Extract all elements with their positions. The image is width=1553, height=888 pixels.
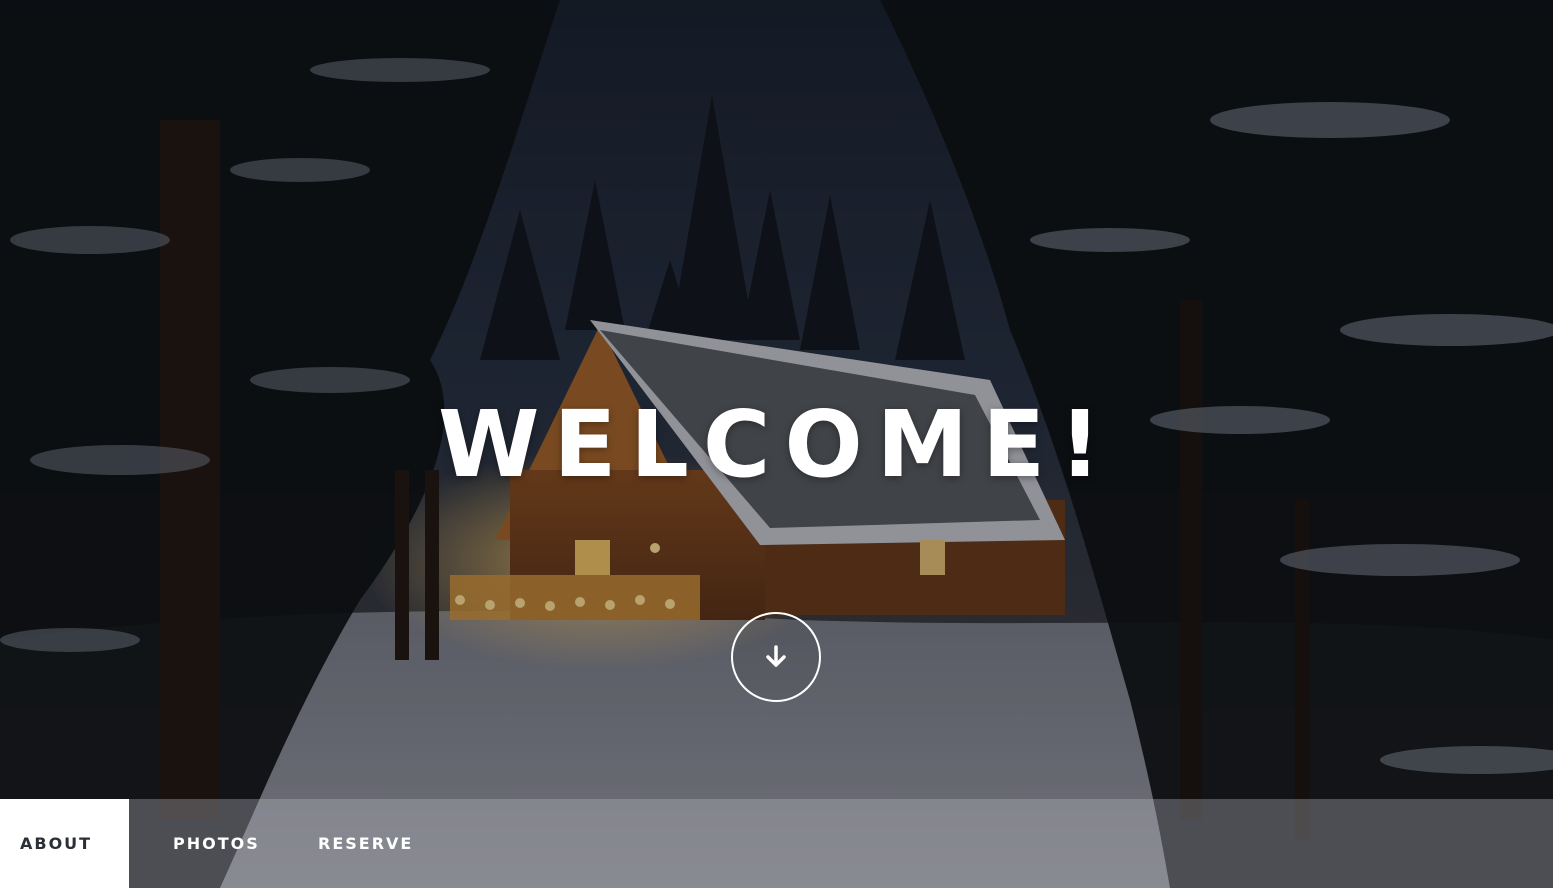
nav-item-photos[interactable]: PHOTOS (153, 799, 298, 888)
nav-item-about[interactable]: ABOUT (0, 799, 129, 888)
nav-item-label: PHOTOS (173, 834, 260, 853)
bottom-navigation: ABOUT PHOTOS RESERVE (0, 799, 1553, 888)
scroll-down-button[interactable] (731, 612, 821, 702)
nav-item-reserve[interactable]: RESERVE (298, 799, 433, 888)
hero-section: WELCOME! (0, 0, 1553, 888)
nav-item-label: ABOUT (20, 834, 93, 853)
nav-item-label: RESERVE (318, 834, 414, 853)
welcome-heading: WELCOME! (437, 391, 1116, 498)
arrow-down-icon (766, 645, 786, 667)
